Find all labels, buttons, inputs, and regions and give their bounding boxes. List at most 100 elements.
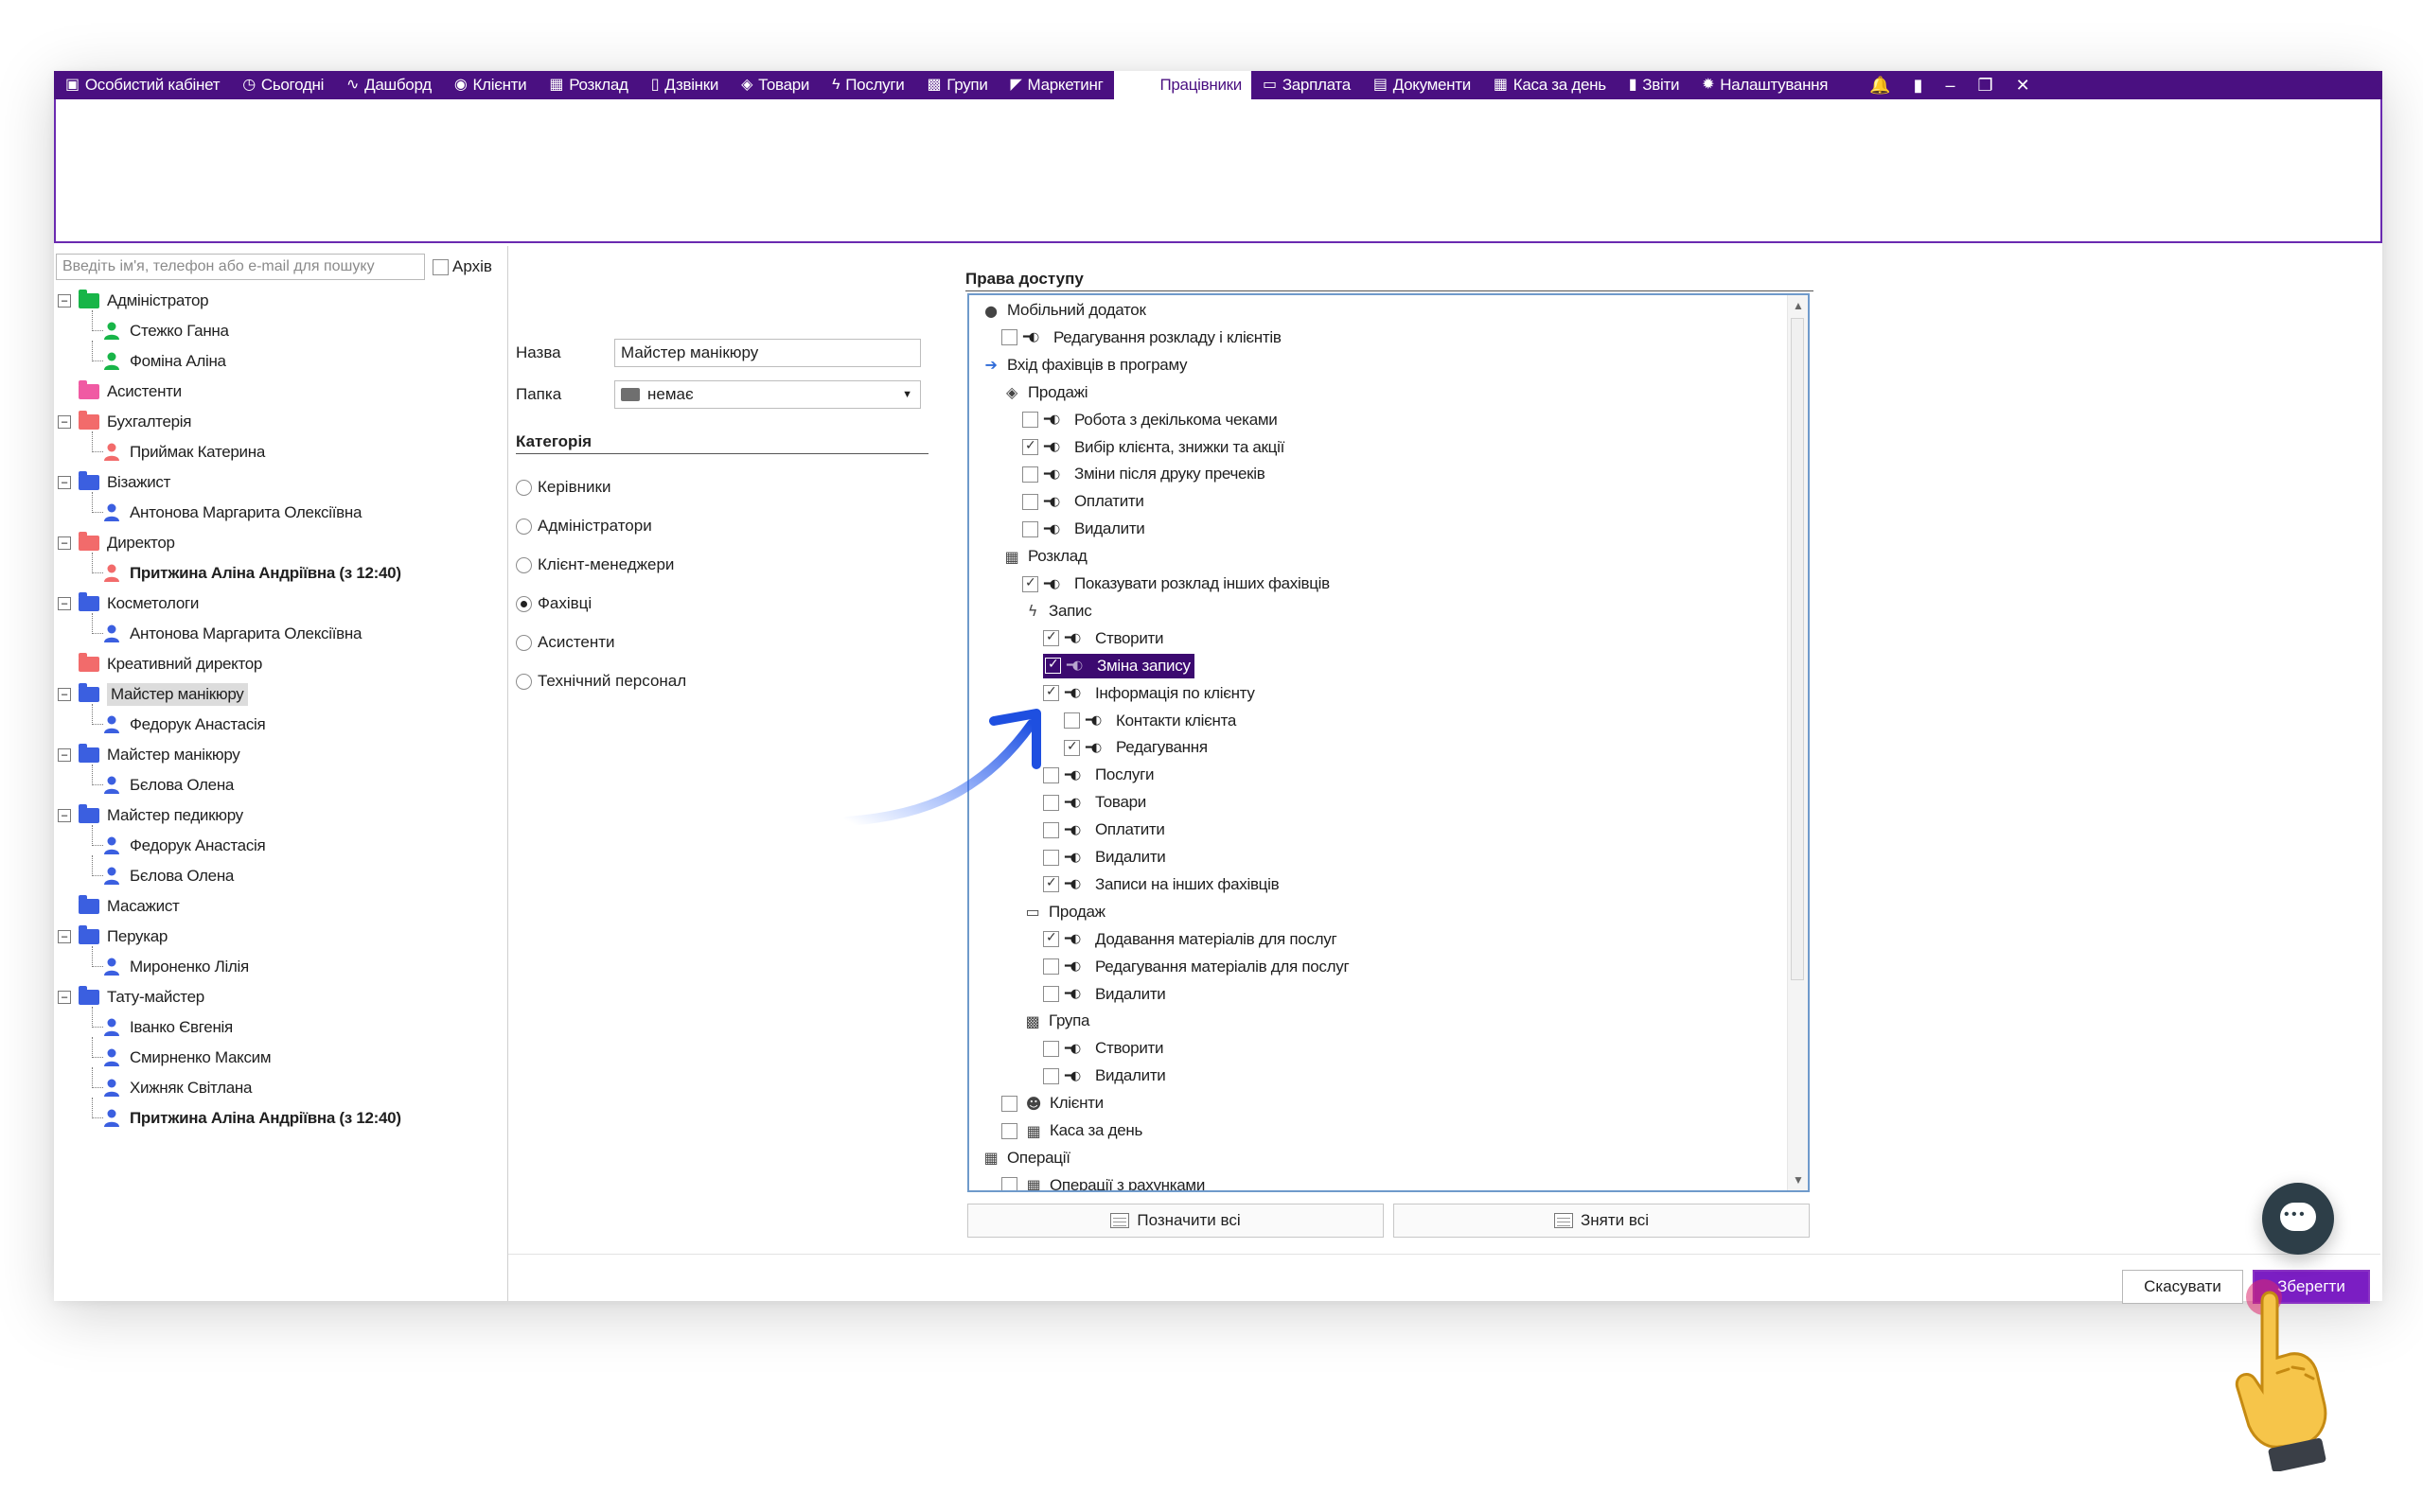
tree-group[interactable]: − Майстер манікюру — [58, 679, 503, 710]
permission-checkbox[interactable] — [1022, 575, 1038, 592]
scroll-thumb[interactable] — [1791, 318, 1804, 980]
folder-select[interactable]: немає ▼ — [614, 380, 921, 409]
tree-group[interactable]: − Візажист — [58, 467, 503, 498]
menu-item-user-circle[interactable]: ◉ Клієнти — [443, 71, 539, 99]
tree-employee[interactable]: Федорук Анастасія — [58, 704, 503, 740]
tree-group[interactable]: − Тату-майстер — [58, 982, 503, 1012]
menu-item-phone[interactable]: ▯ Дзвінки — [640, 71, 730, 99]
collapse-icon[interactable]: − — [58, 415, 71, 429]
tree-employee[interactable]: Бєлова Олена — [58, 855, 503, 891]
permission-checkbox[interactable] — [1043, 958, 1059, 976]
right-perm[interactable]: ━◐ Показувати розклад інших фахівців — [1022, 571, 1330, 596]
restore-icon[interactable]: ❐ — [1978, 76, 1993, 96]
right-perm[interactable]: ━◐ Оплатити — [1022, 489, 1144, 514]
tree-employee[interactable]: Іванко Євгенія — [58, 1007, 503, 1043]
tree-employee[interactable]: Хижняк Світлана — [58, 1067, 503, 1103]
permission-checkbox[interactable] — [1043, 875, 1059, 893]
tree-employee[interactable]: Притжина Аліна Андріївна (з 12:40) — [58, 1098, 503, 1134]
permission-checkbox[interactable] — [1022, 438, 1038, 455]
collapse-icon[interactable]: − — [58, 688, 71, 701]
right-perm[interactable]: ━◐ Створити — [1043, 626, 1164, 651]
bell-icon[interactable]: 🔔 — [1869, 76, 1890, 96]
category-radio[interactable]: Клієнт-менеджери — [516, 555, 674, 574]
collapse-icon[interactable]: − — [58, 991, 71, 1004]
menu-item-clock[interactable]: ◷ Сьогодні — [231, 71, 335, 99]
category-radio[interactable]: Технічний персонал — [516, 672, 686, 691]
rights-scrollbar[interactable]: ▲ ▼ — [1787, 295, 1808, 1190]
tree-employee[interactable]: Смирненко Максим — [58, 1037, 503, 1073]
category-radio[interactable]: Керівники — [516, 478, 610, 497]
tree-group[interactable]: Масажист — [58, 891, 503, 922]
right-perm[interactable]: ━◐ Редагування розкладу і клієнтів — [1001, 325, 1282, 350]
select-all-button[interactable]: Позначити всі — [967, 1204, 1384, 1238]
menu-item-calendar[interactable]: ▦ Розклад — [538, 71, 639, 99]
right-permnode[interactable]: ☻ Клієнти — [1001, 1091, 1104, 1116]
permission-checkbox[interactable] — [1043, 684, 1059, 702]
collapse-icon[interactable]: − — [58, 748, 71, 762]
tree-employee[interactable]: Стежко Ганна — [58, 310, 503, 346]
permission-checkbox[interactable] — [1001, 1095, 1017, 1112]
menu-item-document[interactable]: ▤ Документи — [1362, 71, 1482, 99]
right-perm[interactable]: ━◐ Контакти клієнта — [1064, 709, 1236, 733]
collapse-icon[interactable]: − — [58, 294, 71, 308]
right-perm[interactable]: ━◐ Видалити — [1043, 1064, 1166, 1088]
permission-checkbox[interactable] — [1022, 466, 1038, 483]
category-radio[interactable]: Асистенти — [516, 633, 615, 652]
permission-checkbox[interactable] — [1001, 1177, 1017, 1190]
tree-group[interactable]: − Майстер педикюру — [58, 800, 503, 831]
archive-toggle[interactable]: Архів — [433, 257, 492, 276]
right-perm[interactable]: ━◐ Записи на інших фахівців — [1043, 872, 1280, 897]
tree-employee[interactable]: Антонова Маргарита Олексіївна — [58, 492, 503, 528]
permission-checkbox[interactable] — [1001, 329, 1017, 346]
lock-icon[interactable]: ▮ — [1914, 76, 1923, 96]
collapse-icon[interactable]: − — [58, 476, 71, 489]
radio-button[interactable] — [516, 673, 532, 690]
deselect-all-button[interactable]: Зняти всі — [1393, 1204, 1810, 1238]
menu-item-briefcase[interactable]: ▣ Особистий кабінет — [54, 71, 231, 99]
radio-button[interactable] — [516, 518, 532, 535]
scroll-down-icon[interactable]: ▼ — [1793, 1173, 1804, 1187]
tree-employee[interactable]: Бєлова Олена — [58, 765, 503, 800]
scroll-up-icon[interactable]: ▲ — [1793, 299, 1804, 312]
menu-item-group[interactable]: ▩ Групи — [915, 71, 999, 99]
right-perm[interactable]: ━◐ Видалити — [1022, 517, 1145, 541]
menu-item-megaphone[interactable]: ◤ Маркетинг — [999, 71, 1115, 99]
right-perm[interactable]: ━◐ Зміна запису — [1043, 653, 1194, 678]
collapse-icon[interactable]: − — [58, 536, 71, 550]
right-perm[interactable]: ━◐ Видалити — [1043, 845, 1166, 870]
right-perm[interactable]: ━◐ Редагування матеріалів для послуг — [1043, 955, 1350, 979]
tree-group[interactable]: − Косметологи — [58, 589, 503, 619]
permission-checkbox[interactable] — [1043, 849, 1059, 866]
tree-employee[interactable]: Приймак Катерина — [58, 431, 503, 467]
menu-item-box[interactable]: ◈ Товари — [730, 71, 821, 99]
right-perm[interactable]: ━◐ Вибір клієнта, знижки та акції — [1022, 435, 1284, 460]
category-radio[interactable]: Фахівці — [516, 594, 592, 613]
menu-item-gear[interactable]: ✹ Налаштування — [1690, 71, 1839, 99]
right-perm[interactable]: ━◐ Додавання матеріалів для послуг — [1043, 927, 1337, 952]
close-icon[interactable]: ✕ — [2016, 76, 2030, 96]
menu-item-money[interactable]: ▭ Зарплата — [1251, 71, 1362, 99]
tree-employee[interactable]: Федорук Анастасія — [58, 825, 503, 861]
collapse-icon[interactable]: − — [58, 597, 71, 610]
radio-button[interactable] — [516, 595, 532, 612]
tree-group[interactable]: − Адміністратор — [58, 286, 503, 316]
permission-checkbox[interactable] — [1043, 1067, 1059, 1084]
menu-item-bar-chart[interactable]: ▮ Звіти — [1618, 71, 1690, 99]
permission-checkbox[interactable] — [1043, 930, 1059, 948]
right-perm[interactable]: ━◐ Робота з декількома чеками — [1022, 408, 1278, 432]
right-perm[interactable]: ━◐ Зміни після друку пречеків — [1022, 462, 1265, 486]
collapse-icon[interactable]: − — [58, 930, 71, 943]
category-radio[interactable]: Адміністратори — [516, 517, 652, 536]
search-input[interactable] — [56, 254, 425, 280]
menu-item-calculator[interactable]: ▦ Каса за день — [1482, 71, 1618, 99]
name-field[interactable]: Майстер манікюру — [614, 339, 921, 367]
permission-checkbox[interactable] — [1022, 520, 1038, 537]
radio-button[interactable] — [516, 634, 532, 651]
tree-employee[interactable]: Мироненко Лілія — [58, 946, 503, 982]
permission-checkbox[interactable] — [1043, 1040, 1059, 1057]
tree-group[interactable]: Креативний директор — [58, 649, 503, 679]
right-perm[interactable]: ━◐ Інформація по клієнту — [1043, 681, 1255, 706]
tree-group[interactable]: − Перукар — [58, 922, 503, 952]
menu-item-pulse[interactable]: ∿ Дашборд — [335, 71, 443, 99]
permission-checkbox[interactable] — [1043, 629, 1059, 647]
